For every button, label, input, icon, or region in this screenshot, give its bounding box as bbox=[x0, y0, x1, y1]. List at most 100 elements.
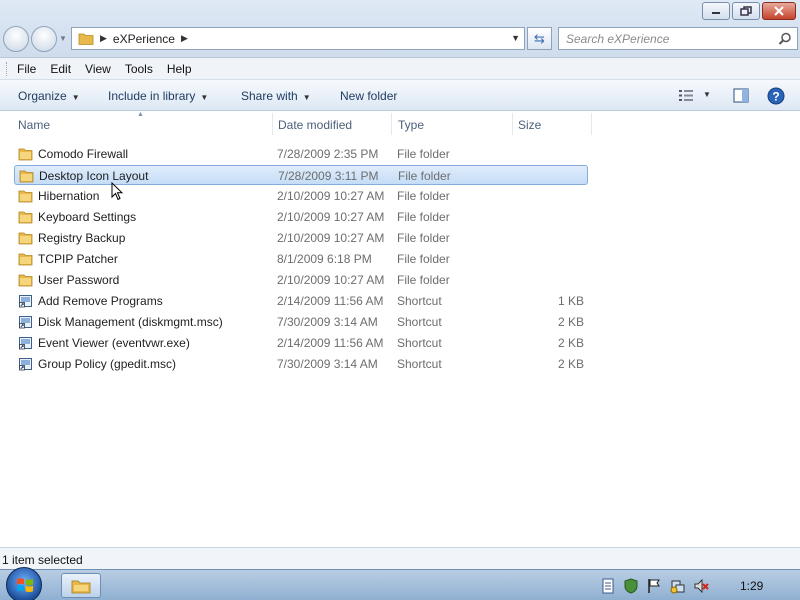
folder-icon bbox=[71, 580, 91, 593]
file-date-modified: 2/14/2009 11:56 AM bbox=[277, 336, 384, 350]
refresh-icon: ⇆ bbox=[534, 30, 545, 46]
file-name: Group Policy (gpedit.msc) bbox=[38, 357, 177, 371]
refresh-button[interactable]: ⇆ bbox=[527, 27, 552, 50]
file-name: Hibernation bbox=[38, 189, 100, 203]
folder-icon bbox=[18, 148, 33, 161]
shortcut-icon bbox=[19, 337, 32, 350]
file-date-modified: 2/10/2009 10:27 AM bbox=[277, 273, 385, 287]
security-shield-icon[interactable] bbox=[623, 578, 639, 594]
window-controls bbox=[702, 2, 796, 20]
start-button[interactable] bbox=[6, 567, 42, 600]
file-size: 2 KB bbox=[557, 336, 584, 350]
file-size: 1 KB bbox=[557, 294, 584, 308]
file-type: Shortcut bbox=[397, 336, 442, 350]
chevron-down-icon[interactable]: ▼ bbox=[703, 90, 711, 99]
menu-file[interactable]: File bbox=[17, 62, 36, 76]
file-date-modified: 7/30/2009 3:14 AM bbox=[277, 315, 378, 329]
file-date-modified: 7/28/2009 2:35 PM bbox=[277, 147, 379, 161]
address-bar[interactable]: ▶ eXPerience ▶ ▼ bbox=[71, 27, 525, 50]
column-divider[interactable] bbox=[391, 113, 392, 135]
share-with-button[interactable]: Share with ▼ bbox=[241, 89, 311, 103]
title-bar: ▼ ▶ eXPerience ▶ ▼ ⇆ bbox=[0, 0, 800, 58]
forward-button[interactable] bbox=[31, 26, 57, 52]
close-icon bbox=[774, 6, 784, 16]
folder-icon bbox=[78, 33, 94, 45]
network-icon[interactable] bbox=[670, 578, 686, 594]
file-name: Event Viewer (eventvwr.exe) bbox=[38, 336, 190, 350]
menu-edit[interactable]: Edit bbox=[50, 62, 71, 76]
search-input[interactable] bbox=[559, 28, 769, 49]
menu-help[interactable]: Help bbox=[167, 62, 192, 76]
breadcrumb-separator[interactable]: ▶ bbox=[100, 33, 107, 44]
help-icon[interactable]: ? bbox=[767, 87, 785, 105]
file-type: File folder bbox=[397, 273, 450, 287]
clock[interactable]: 1:29 bbox=[740, 579, 763, 593]
taskbar: 1:29 bbox=[0, 567, 800, 600]
file-row[interactable]: Add Remove Programs 2/14/2009 11:56 AM Sho… bbox=[14, 291, 588, 311]
status-text: 1 item selected bbox=[2, 553, 83, 567]
column-size[interactable]: Size bbox=[518, 118, 541, 132]
recent-pages-dropdown[interactable]: ▼ bbox=[59, 34, 67, 43]
column-date-modified[interactable]: Date modified bbox=[278, 118, 352, 132]
svg-text:?: ? bbox=[772, 90, 779, 104]
close-button[interactable] bbox=[762, 2, 796, 20]
file-row[interactable]: Keyboard Settings 2/10/2009 10:27 AM File … bbox=[14, 207, 588, 227]
minimize-button[interactable] bbox=[702, 2, 730, 20]
folder-icon bbox=[18, 211, 33, 224]
back-button[interactable] bbox=[3, 26, 29, 52]
file-row[interactable]: Disk Management (diskmgmt.msc) 7/30/2009 … bbox=[14, 312, 588, 332]
new-folder-button[interactable]: New folder bbox=[340, 89, 397, 103]
chevron-down-icon: ▼ bbox=[71, 93, 80, 102]
column-name[interactable]: Name bbox=[18, 118, 50, 132]
file-row[interactable]: User Password 2/10/2009 10:27 AM File fold… bbox=[14, 270, 588, 290]
breadcrumb-experience[interactable]: eXPerience bbox=[113, 32, 175, 46]
search-icon[interactable] bbox=[778, 32, 792, 46]
file-date-modified: 2/14/2009 11:56 AM bbox=[277, 294, 384, 308]
change-view-icon[interactable] bbox=[678, 89, 694, 102]
menu-view[interactable]: View bbox=[85, 62, 111, 76]
file-name: Desktop Icon Layout bbox=[39, 169, 149, 183]
file-row[interactable]: Hibernation 2/10/2009 10:27 AM File folder bbox=[14, 186, 588, 206]
notepad-icon[interactable] bbox=[600, 578, 616, 594]
organize-button[interactable]: Organize ▼ bbox=[18, 89, 80, 103]
file-name: TCPIP Patcher bbox=[38, 252, 118, 266]
file-row[interactable]: Group Policy (gpedit.msc) 7/30/2009 3:14 … bbox=[14, 354, 588, 374]
file-row[interactable]: Desktop Icon Layout 7/28/2009 3:11 PM File… bbox=[14, 165, 588, 185]
menu-grip bbox=[6, 61, 9, 76]
restore-button[interactable] bbox=[732, 2, 760, 20]
column-divider[interactable] bbox=[272, 113, 273, 135]
file-name: Keyboard Settings bbox=[38, 210, 137, 224]
file-name: Comodo Firewall bbox=[38, 147, 129, 161]
chevron-down-icon: ▼ bbox=[200, 93, 209, 102]
shortcut-icon bbox=[19, 358, 32, 371]
preview-pane-icon[interactable] bbox=[733, 88, 749, 103]
file-size: 2 KB bbox=[557, 357, 584, 371]
volume-muted-icon[interactable] bbox=[693, 578, 709, 594]
column-type[interactable]: Type bbox=[398, 118, 424, 132]
file-row[interactable]: Comodo Firewall 7/28/2009 2:35 PM File fol… bbox=[14, 144, 588, 164]
file-row[interactable]: Registry Backup 2/10/2009 10:27 AM File fo… bbox=[14, 228, 588, 248]
file-row[interactable]: TCPIP Patcher 8/1/2009 6:18 PM File folder bbox=[14, 249, 588, 269]
file-date-modified: 7/28/2009 3:11 PM bbox=[278, 169, 379, 183]
sort-ascending-icon: ▲ bbox=[137, 111, 144, 118]
organize-label: Organize bbox=[18, 89, 67, 103]
action-center-flag-icon[interactable] bbox=[646, 578, 662, 594]
column-divider[interactable] bbox=[591, 113, 592, 135]
file-type: File folder bbox=[398, 169, 451, 183]
file-type: File folder bbox=[397, 147, 450, 161]
file-name: User Password bbox=[38, 273, 120, 287]
address-dropdown[interactable]: ▼ bbox=[511, 33, 520, 43]
minimize-icon bbox=[712, 12, 720, 14]
menu-tools[interactable]: Tools bbox=[125, 62, 153, 76]
breadcrumb-separator[interactable]: ▶ bbox=[181, 33, 188, 44]
column-divider[interactable] bbox=[512, 113, 513, 135]
folder-icon bbox=[19, 170, 34, 183]
status-bar: 1 item selected bbox=[0, 547, 800, 569]
file-type: Shortcut bbox=[397, 357, 442, 371]
shortcut-icon bbox=[19, 316, 32, 329]
include-in-library-button[interactable]: Include in library ▼ bbox=[108, 89, 208, 103]
taskbar-windows-explorer[interactable] bbox=[61, 573, 101, 598]
search-box[interactable] bbox=[558, 27, 798, 50]
file-row[interactable]: Event Viewer (eventvwr.exe) 2/14/2009 11:… bbox=[14, 333, 588, 353]
file-type: File folder bbox=[397, 189, 450, 203]
